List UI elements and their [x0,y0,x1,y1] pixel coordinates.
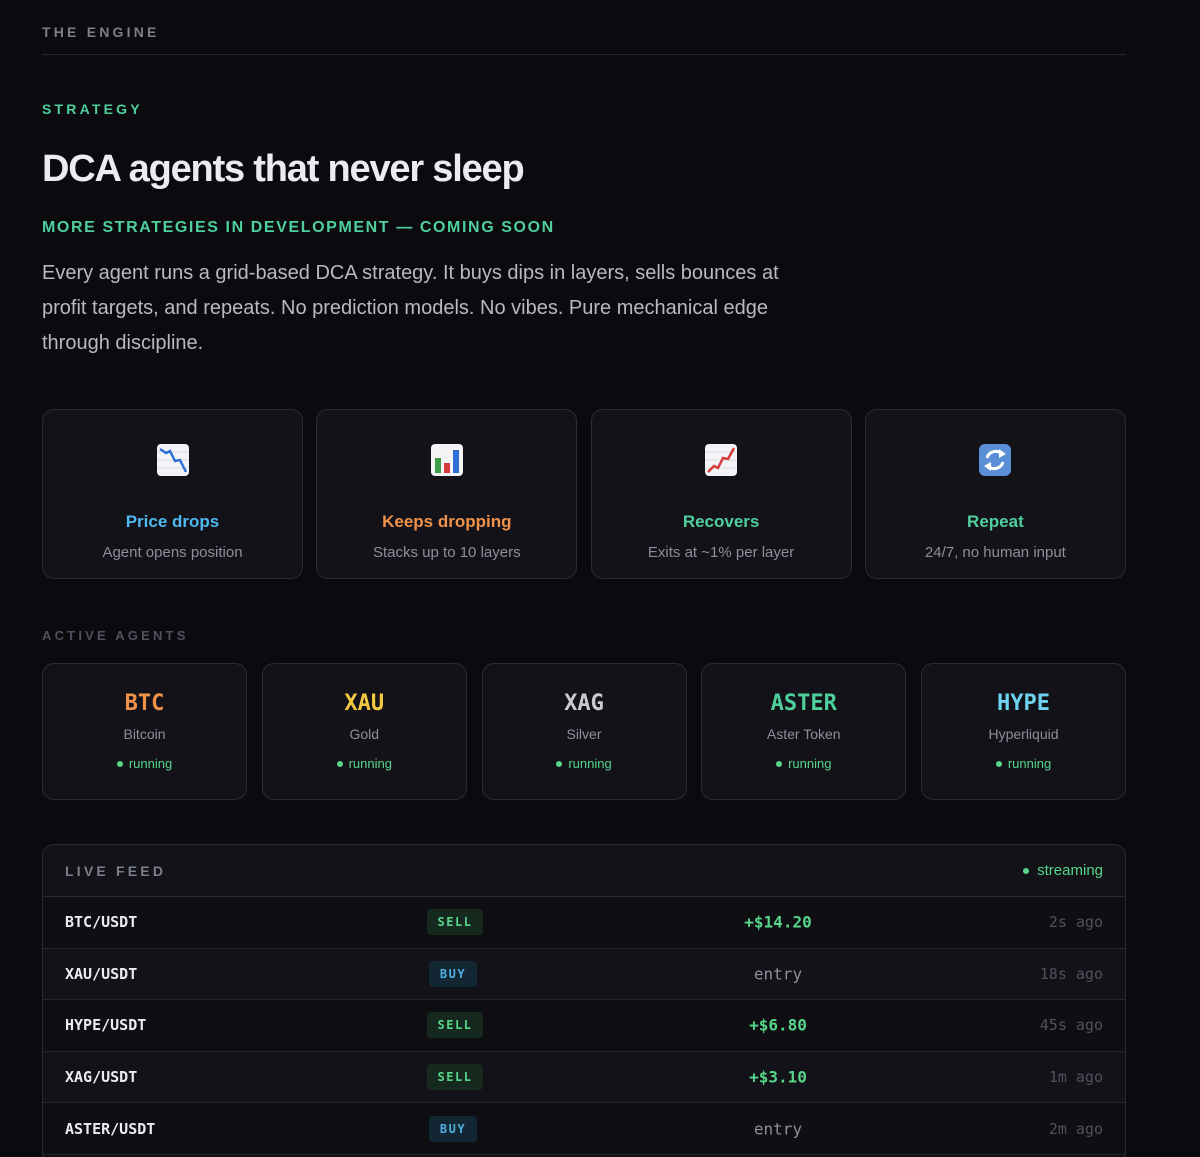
active-agents-label: ACTIVE AGENTS [42,628,189,643]
trade-pair: BTC/USDT [65,913,138,932]
status-dot-icon [1023,867,1030,874]
feed-row[interactable]: XAU/USDT BUY entry 18s ago [43,948,1125,1001]
bar-chart-icon [430,444,463,476]
feed-row[interactable]: XAG/USDT SELL +$3.10 1m ago [43,1051,1125,1104]
trade-amount: entry [753,964,803,984]
trade-time: 45s ago [1039,1016,1103,1035]
trade-time: 18s ago [1039,964,1103,983]
step-title: Price drops [125,512,220,531]
agent-status-label: running [128,756,173,771]
trade-pair: XAG/USDT [65,1068,138,1087]
trade-side-badge: SELL [427,909,483,936]
agent-status: running [776,756,831,771]
status-dot-icon [336,760,343,767]
agent-name: Aster Token [766,726,841,742]
trade-side-badge: SELL [427,1012,483,1039]
trade-time: 1m ago [1048,1068,1103,1087]
agent-status: running [116,756,173,771]
agent-card-xau[interactable]: XAU Gold running [261,663,467,800]
status-dot-icon [556,760,563,767]
agent-card-hype[interactable]: HYPE Hyperliquid running [921,663,1126,800]
agent-symbol: ASTER [770,691,837,716]
trade-side-badge: BUY [429,1115,477,1142]
agent-status: running [556,756,612,771]
agent-name: Hyperliquid [988,726,1059,742]
chart-decreasing-icon [156,444,189,476]
step-description: Stacks up to 10 layers [373,544,521,561]
trade-amount: +$14.20 [744,912,812,932]
step-description: 24/7, no human input [924,544,1066,561]
step-card-price-drops: Price drops Agent opens position [42,409,303,579]
trade-side-badge: SELL [427,1064,483,1091]
agent-list: BTC Bitcoin running XAU Gold running XAG… [42,663,1126,800]
step-title: Recovers [682,512,760,531]
live-feed-header: LIVE FEED streaming [43,845,1125,897]
step-description: Exits at ~1% per layer [647,544,795,561]
engine-page: THE ENGINE STRATEGY DCA agents that neve… [0,0,1200,1157]
agent-status-label: running [788,756,832,771]
trade-time: 2m ago [1048,1119,1103,1138]
agent-name: Silver [566,726,602,742]
chart-increasing-icon [705,444,738,476]
section-label: THE ENGINE [42,24,160,40]
agent-name: Gold [349,726,380,742]
feed-row[interactable]: BTC/USDT SELL +$14.20 2s ago [43,897,1125,949]
agent-symbol: XAU [344,691,385,716]
step-title: Keeps dropping [382,512,512,531]
agent-status: running [995,756,1052,771]
trade-pair: HYPE/USDT [65,1016,147,1035]
agent-name: Bitcoin [123,726,166,742]
repeat-arrows-icon [979,444,1012,476]
trade-pair: ASTER/USDT [65,1119,156,1138]
coming-soon-note: MORE STRATEGIES IN DEVELOPMENT — COMING … [42,219,555,236]
feed-row[interactable]: ASTER/USDT BUY entry 2m ago [43,1103,1125,1155]
trade-amount: entry [753,1119,803,1139]
feed-row[interactable]: HYPE/USDT SELL +$6.80 45s ago [43,1000,1125,1052]
agent-symbol: XAG [564,691,604,716]
step-card-keeps-dropping: Keeps dropping Stacks up to 10 layers [316,409,578,579]
streaming-status: streaming [1023,862,1103,879]
status-dot-icon [776,760,783,767]
page-title: DCA agents that never sleep [42,148,525,190]
live-feed-title: LIVE FEED [65,862,167,879]
agent-status-label: running [1007,756,1052,771]
trade-pair: XAU/USDT [65,964,138,983]
streaming-label: streaming [1037,862,1103,879]
trade-side-badge: BUY [429,960,477,987]
trade-amount: +$3.10 [749,1067,807,1087]
agent-card-btc[interactable]: BTC Bitcoin running [42,663,247,800]
trade-time: 2s ago [1048,913,1103,932]
trade-amount: +$6.80 [749,1015,807,1035]
strategy-kicker: STRATEGY [42,101,143,117]
strategy-steps: Price drops Agent opens position Keeps d… [42,409,1126,579]
step-title: Repeat [967,512,1024,531]
divider [42,54,1126,55]
status-dot-icon [116,760,123,767]
step-description: Agent opens position [102,544,243,561]
agent-card-aster[interactable]: ASTER Aster Token running [701,663,907,800]
agent-status-label: running [568,756,612,771]
agent-status-label: running [348,756,392,771]
step-card-repeat: Repeat 24/7, no human input [864,409,1126,579]
strategy-description: Every agent runs a grid-based DCA strate… [42,262,779,354]
agent-symbol: BTC [124,691,165,716]
live-feed-panel: LIVE FEED streaming BTC/USDT SELL +$14.2… [42,844,1126,1157]
agent-card-xag[interactable]: XAG Silver running [481,663,687,800]
agent-symbol: HYPE [997,691,1050,716]
step-card-recovers: Recovers Exits at ~1% per layer [590,409,852,579]
status-dot-icon [995,760,1002,767]
agent-status: running [336,756,392,771]
